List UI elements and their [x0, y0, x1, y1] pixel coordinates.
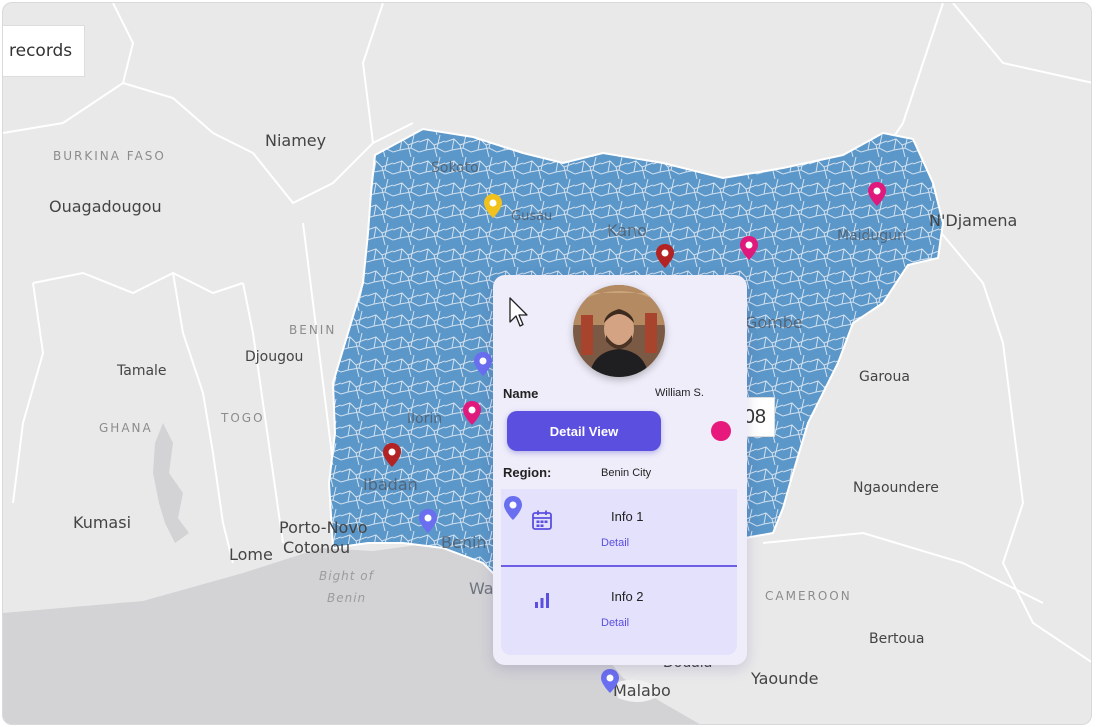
calendar-icon — [532, 510, 552, 530]
map-pin-yellow[interactable] — [483, 193, 503, 219]
map-view[interactable]: Niamey BURKINA FASO Ouagadougou Sokoto G… — [2, 2, 1092, 725]
map-pin-blue[interactable] — [600, 668, 620, 694]
lake-volta — [153, 423, 189, 543]
label-ndjamena: N'Djamena — [929, 211, 1018, 230]
label-cotonou: Cotonou — [283, 538, 351, 557]
label-maiduguri: Maiduguri — [837, 228, 907, 244]
label-cameroon: CAMEROON — [765, 589, 852, 603]
label-garoua: Garoua — [859, 369, 910, 385]
label-bight-of: Bight of — [319, 569, 374, 583]
profile-popup-card: Name William S. Detail View Region: Beni… — [493, 275, 747, 665]
bar-chart-icon — [535, 593, 549, 608]
info-title: Info 1 — [611, 509, 644, 524]
info-title: Info 2 — [611, 589, 644, 604]
records-box: records — [3, 25, 85, 77]
info-detail-link[interactable]: Detail — [601, 537, 629, 549]
detail-view-button[interactable]: Detail View — [507, 411, 661, 451]
label-benin-country: BENIN — [289, 323, 337, 337]
region-value: Benin City — [601, 467, 652, 479]
label-sokoto: Sokoto — [431, 160, 479, 176]
label-benin-water: Benin — [327, 591, 367, 605]
avatar — [573, 285, 665, 377]
info-detail-link[interactable]: Detail — [601, 617, 629, 629]
mouse-cursor-icon — [509, 297, 528, 327]
label-bertoua: Bertoua — [869, 631, 925, 647]
label-tamale: Tamale — [117, 363, 167, 379]
map-pin-red[interactable] — [655, 243, 675, 269]
info-item[interactable]: Info 1 Detail — [501, 489, 737, 567]
info-panel: Info 1 Detail Info 2 Detail — [501, 489, 737, 655]
label-porto-novo: Porto-Novo — [279, 518, 368, 537]
status-dot — [711, 421, 731, 441]
records-label: records — [9, 41, 73, 61]
label-gombe: Gombe — [745, 313, 803, 332]
label-ilorin: Ilorin — [407, 411, 443, 427]
name-value: William S. — [655, 387, 704, 399]
map-pin-blue[interactable] — [473, 351, 493, 377]
info-item[interactable]: Info 2 Detail — [501, 569, 737, 647]
label-lome: Lome — [229, 545, 273, 564]
region-label: Region: — [503, 465, 552, 480]
name-label: Name — [503, 386, 539, 401]
map-pin-blue[interactable] — [418, 508, 438, 534]
label-kano: Kano — [607, 221, 647, 240]
map-pin-pink[interactable] — [867, 181, 887, 207]
label-malabo: Malabo — [613, 681, 671, 700]
label-wa: Wa — [469, 579, 494, 598]
label-ghana: GHANA — [99, 421, 153, 435]
label-ouagadougou: Ouagadougou — [49, 197, 162, 216]
label-ngaoundere: Ngaoundere — [853, 480, 939, 496]
record-count: 08 — [743, 405, 766, 428]
label-kumasi: Kumasi — [73, 513, 132, 532]
label-ibadan: Ibadan — [363, 475, 418, 494]
map-pin-red[interactable] — [382, 442, 402, 468]
label-djougou: Djougou — [245, 349, 304, 365]
label-niamey: Niamey — [265, 131, 327, 150]
label-burkina-faso: BURKINA FASO — [53, 149, 166, 163]
map-pin-pink[interactable] — [739, 235, 759, 261]
map-pin-pink[interactable] — [462, 400, 482, 426]
map-pin-blue[interactable] — [503, 495, 523, 521]
label-togo: TOGO — [221, 411, 265, 425]
label-yaounde: Yaounde — [751, 669, 819, 688]
label-gusau: Gusau — [511, 209, 553, 224]
